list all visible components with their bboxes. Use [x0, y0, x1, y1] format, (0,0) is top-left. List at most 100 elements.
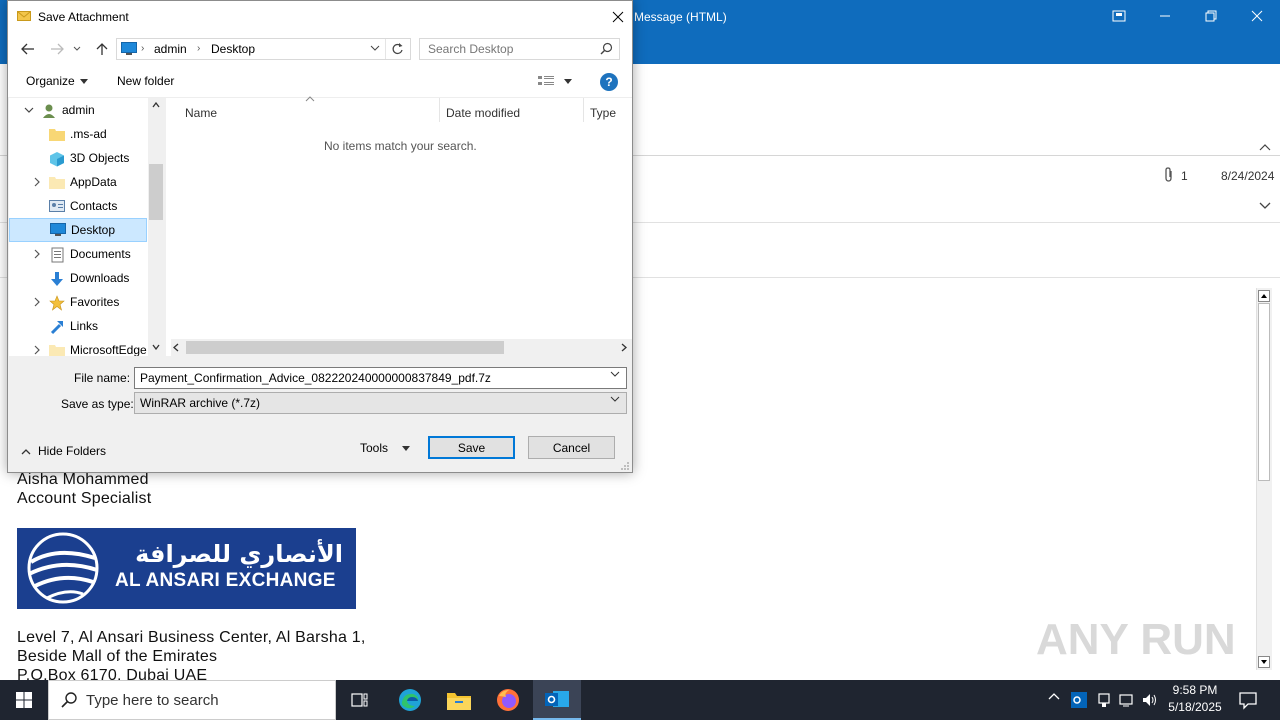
outlook-tray-icon[interactable] — [1071, 692, 1087, 708]
windows-start-icon[interactable] — [0, 680, 48, 720]
edge-browser-icon[interactable] — [386, 680, 434, 720]
chevron-right-icon[interactable] — [29, 297, 45, 307]
tree-item-ms-ad[interactable]: .ms-ad — [9, 122, 147, 146]
volume-icon[interactable] — [1142, 692, 1158, 708]
organize-dropdown-icon — [79, 78, 88, 84]
file-name-label: File name: — [74, 371, 131, 385]
notifications-icon[interactable] — [1238, 690, 1258, 710]
collapse-ribbon-icon[interactable] — [1259, 143, 1271, 151]
tree-item-downloads[interactable]: Downloads — [9, 266, 147, 290]
search-icon — [61, 692, 77, 708]
tree-item-appdata[interactable]: AppData — [9, 170, 147, 194]
chevron-down-icon[interactable] — [21, 107, 37, 114]
tree-scroll-down-icon[interactable] — [152, 344, 160, 350]
address-bar[interactable]: › admin › Desktop — [116, 38, 411, 60]
tree-item-documents[interactable]: Documents — [9, 242, 147, 266]
tree-item-label: Desktop — [71, 223, 116, 237]
logo-arabic-text: الأنصاري للصرافة — [135, 540, 343, 568]
attachment-count: 1 — [1181, 169, 1188, 183]
breadcrumb-desktop[interactable]: Desktop — [211, 42, 255, 56]
clock-time: 9:58 PM — [1172, 683, 1218, 697]
tree-item-label: .ms-ad — [70, 127, 107, 141]
firefox-icon[interactable] — [484, 680, 532, 720]
dialog-title: Save Attachment — [38, 10, 129, 24]
scroll-down-arrow[interactable] — [1258, 656, 1270, 668]
show-hidden-icons-chevron-icon[interactable] — [1048, 692, 1060, 700]
chevron-right-icon[interactable] — [29, 345, 45, 355]
address-dropdown-icon[interactable] — [370, 45, 380, 52]
network-icon[interactable] — [1119, 692, 1135, 708]
save-button[interactable]: Save — [428, 436, 515, 459]
column-divider[interactable] — [439, 98, 440, 122]
taskbar-clock[interactable]: 9:58 PM 5/18/2025 — [1160, 682, 1230, 718]
cancel-button[interactable]: Cancel — [528, 436, 615, 459]
breadcrumb-admin[interactable]: admin — [154, 42, 187, 56]
view-dropdown-icon[interactable] — [564, 79, 572, 84]
outlook-taskbar-icon[interactable] — [533, 680, 581, 720]
search-icon[interactable] — [600, 42, 613, 55]
save-as-type-dropdown-icon[interactable] — [610, 396, 620, 403]
save-attachment-dialog: Save Attachment › admin › Desktop Search… — [7, 0, 633, 473]
scroll-left-icon[interactable] — [173, 343, 179, 352]
tree-item-label: Favorites — [70, 295, 120, 309]
search-input[interactable]: Search Desktop — [419, 38, 620, 60]
column-type[interactable]: Type — [590, 106, 616, 120]
tree-item-label: Documents — [70, 247, 131, 261]
back-arrow-icon[interactable] — [18, 39, 38, 59]
column-divider[interactable] — [583, 98, 584, 122]
signature-address-line3: P.O.Box 6170, Dubai UAE — [17, 667, 208, 680]
scroll-up-arrow[interactable] — [1258, 290, 1270, 302]
tree-scroll-up-icon[interactable] — [152, 102, 160, 108]
recent-locations-chevron-icon[interactable] — [71, 39, 83, 59]
scroll-right-icon[interactable] — [621, 343, 627, 352]
close-window-button[interactable] — [1234, 4, 1280, 28]
help-icon[interactable]: ? — [600, 73, 618, 91]
chevron-right-icon[interactable] — [29, 177, 45, 187]
file-name-input[interactable]: Payment_Confirmation_Advice_082220240000… — [134, 367, 627, 389]
save-as-type-select[interactable]: WinRAR archive (*.7z) — [134, 392, 627, 414]
links-icon — [49, 319, 65, 335]
task-view-icon[interactable] — [336, 680, 384, 720]
file-explorer-icon[interactable] — [435, 680, 483, 720]
anyrun-watermark: ANY RUN — [1036, 608, 1236, 672]
user-folder-icon — [41, 103, 57, 118]
signature-title: Account Specialist — [17, 490, 152, 507]
al-ansari-logo: الأنصاري للصرافة AL ANSARI EXCHANGE — [17, 528, 356, 609]
tools-label: Tools — [360, 441, 389, 455]
ribbon-display-options-icon[interactable] — [1096, 4, 1142, 28]
favorites-icon — [49, 295, 65, 311]
tree-item-links[interactable]: Links — [9, 314, 147, 338]
horizontal-scroll-thumb[interactable] — [186, 341, 504, 354]
organize-button[interactable]: Organize — [26, 74, 88, 88]
tools-button[interactable]: Tools — [360, 441, 411, 455]
forward-arrow-icon[interactable] — [47, 39, 67, 59]
view-options-icon[interactable] — [538, 75, 554, 87]
file-name-dropdown-icon[interactable] — [610, 371, 620, 378]
dialog-close-button[interactable] — [604, 3, 632, 31]
resize-grip-icon[interactable] — [621, 462, 630, 471]
tree-item-desktop[interactable]: Desktop — [9, 218, 147, 242]
up-arrow-icon[interactable] — [92, 39, 112, 59]
pc-icon — [121, 42, 137, 56]
chevron-right-icon[interactable] — [29, 249, 45, 259]
column-name[interactable]: Name — [185, 106, 217, 120]
tree-scroll-thumb[interactable] — [149, 164, 163, 220]
tree-scrollbar[interactable] — [148, 98, 164, 356]
refresh-icon[interactable] — [391, 42, 404, 55]
tree-item-admin[interactable]: admin — [9, 98, 147, 122]
restore-button[interactable] — [1188, 4, 1234, 28]
clock-date: 5/18/2025 — [1168, 700, 1222, 714]
column-date-modified[interactable]: Date modified — [446, 106, 520, 120]
expand-header-icon[interactable] — [1259, 202, 1271, 210]
tree-item-3d-objects[interactable]: 3D Objects — [9, 146, 147, 170]
sort-ascending-icon — [305, 96, 315, 102]
tree-item-microsoftedge[interactable]: MicrosoftEdge — [9, 338, 147, 356]
device-tray-icon[interactable] — [1096, 692, 1112, 708]
tree-item-favorites[interactable]: Favorites — [9, 290, 147, 314]
scrollbar-thumb[interactable] — [1258, 303, 1270, 481]
minimize-button[interactable] — [1142, 4, 1188, 28]
new-folder-button[interactable]: New folder — [117, 74, 174, 88]
hide-folders-button[interactable]: Hide Folders — [21, 444, 106, 458]
tree-item-contacts[interactable]: Contacts — [9, 194, 147, 218]
taskbar-search-input[interactable]: Type here to search — [48, 680, 336, 720]
